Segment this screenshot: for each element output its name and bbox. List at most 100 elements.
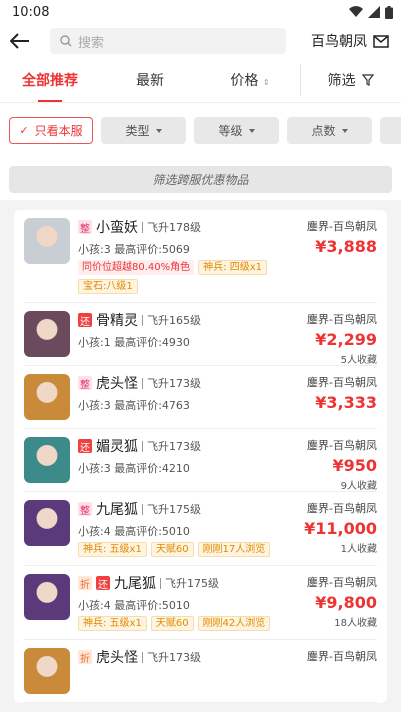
- item-name: 小蛮妖: [96, 220, 138, 236]
- item-price: ¥950: [332, 456, 377, 475]
- item-badges: 神兵: 五级x1 天赋60 刚刚42人浏览: [78, 616, 288, 631]
- item-favorites: 5人收藏: [340, 355, 377, 366]
- battery-icon: [385, 5, 393, 19]
- list-item[interactable]: 还媚灵狐 飞升173级 小孩:3 最高评价:4210 鏖界-百鸟朝凤 ¥950 9…: [24, 429, 377, 492]
- item-favorites: 1人收藏: [340, 544, 377, 555]
- list-item[interactable]: 折虎头怪 飞升173级 鏖界-百鸟朝凤: [24, 640, 377, 703]
- signal-icon: [368, 6, 380, 18]
- item-favorites: 9人收藏: [340, 481, 377, 492]
- item-level: 飞升175级: [160, 577, 219, 589]
- more-dropdown[interactable]: [380, 117, 401, 144]
- type-label: 类型: [125, 124, 150, 138]
- item-server: 鏖界-百鸟朝凤: [307, 376, 377, 389]
- list-item[interactable]: 整小蛮妖 飞升178级 小孩:3 最高评价:5069 同价位超越80.40%角色神…: [24, 210, 377, 303]
- own-server-label: 只看本服: [34, 124, 83, 138]
- character-avatar: [24, 311, 70, 357]
- arrow-left-icon: [10, 33, 29, 49]
- item-level: 飞升175级: [142, 503, 201, 515]
- item-badge: 神兵: 五级x1: [78, 616, 147, 631]
- back-button[interactable]: [10, 30, 32, 52]
- item-badge: 刚刚42人浏览: [197, 616, 271, 631]
- item-badge: 天赋60: [150, 542, 194, 557]
- list-item[interactable]: 整虎头怪 飞升173级 小孩:3 最高评价:4763 鏖界-百鸟朝凤 ¥3,333: [24, 366, 377, 429]
- item-tag: 折: [78, 576, 92, 591]
- level-dropdown[interactable]: 等级: [194, 117, 279, 144]
- item-tag: 还: [96, 576, 110, 591]
- character-avatar: [24, 574, 70, 620]
- search-input[interactable]: 搜索: [50, 28, 286, 54]
- check-icon: ✓: [19, 124, 29, 137]
- tab-latest[interactable]: 最新: [100, 70, 200, 90]
- item-right: 鏖界-百鸟朝凤 ¥3,333: [307, 374, 377, 414]
- item-badge: 天赋60: [150, 616, 194, 631]
- level-label: 等级: [218, 124, 243, 138]
- filter-icon: [361, 74, 374, 86]
- search-placeholder: 搜索: [78, 35, 105, 51]
- header-bar: 搜索 百鸟朝凤: [0, 24, 401, 58]
- item-right: 鏖界-百鸟朝凤 ¥11,000 1人收藏: [304, 500, 377, 555]
- tab-price[interactable]: 价格 ⇕: [200, 70, 300, 90]
- tab-all[interactable]: 全部推荐: [0, 70, 100, 90]
- caret-down-icon: [155, 128, 162, 133]
- item-right: 鏖界-百鸟朝凤 ¥2,299 5人收藏: [307, 311, 377, 366]
- item-level: 飞升178级: [142, 221, 201, 233]
- item-name: 九尾狐: [114, 576, 156, 592]
- item-badges: 同价位超越80.40%角色 神兵: 四级x1 宝石:八级1: [78, 260, 288, 294]
- item-server: 鏖界-百鸟朝凤: [307, 220, 377, 233]
- item-stats: [78, 671, 377, 685]
- item-name: 虎头怪: [96, 376, 138, 392]
- character-avatar: [24, 648, 70, 694]
- item-badge: 刚刚17人浏览: [197, 542, 271, 557]
- tab-filter[interactable]: 筛选: [300, 70, 401, 90]
- filter-chips: ✓ 只看本服 类型 等级 点数: [0, 102, 401, 158]
- server-selector[interactable]: 百鸟朝凤: [311, 31, 389, 51]
- item-right: 鏖界-百鸟朝凤 ¥950 9人收藏: [307, 437, 377, 492]
- points-dropdown[interactable]: 点数: [287, 117, 372, 144]
- wifi-icon: [349, 6, 363, 18]
- item-server: 鏖界-百鸟朝凤: [307, 650, 377, 663]
- item-badge: 宝石:八级1: [78, 279, 138, 294]
- item-right: 鏖界-百鸟朝凤 ¥9,800 18人收藏: [307, 574, 377, 629]
- item-level: 飞升165级: [142, 314, 201, 326]
- character-avatar: [24, 500, 70, 546]
- status-bar: 10:08: [0, 0, 401, 24]
- item-server: 鏖界-百鸟朝凤: [307, 439, 377, 452]
- item-name: 九尾狐: [96, 502, 138, 518]
- search-icon: [60, 35, 72, 47]
- item-server: 鏖界-百鸟朝凤: [307, 502, 377, 515]
- item-badges: 神兵: 五级x1 天赋60 刚刚17人浏览: [78, 542, 288, 557]
- cross-server-bar: 筛选跨服优惠物品: [0, 158, 401, 200]
- item-tag: 整: [78, 376, 92, 391]
- item-name: 媚灵狐: [96, 439, 138, 455]
- item-name: 虎头怪: [96, 650, 138, 666]
- cross-server-button[interactable]: 筛选跨服优惠物品: [9, 166, 392, 193]
- server-name: 百鸟朝凤: [311, 34, 367, 50]
- points-label: 点数: [311, 124, 336, 138]
- list-item[interactable]: 折还九尾狐 飞升175级 小孩:4 最高评价:5010 神兵: 五级x1 天赋60 刚…: [24, 566, 377, 640]
- item-server: 鏖界-百鸟朝凤: [307, 576, 377, 589]
- caret-down-icon: [248, 128, 255, 133]
- type-dropdown[interactable]: 类型: [101, 117, 186, 144]
- item-favorites: 18人收藏: [334, 618, 377, 629]
- item-badge: 神兵: 四级x1: [198, 260, 267, 275]
- item-level: 飞升173级: [142, 440, 201, 452]
- caret-down-icon: [341, 128, 348, 133]
- mail-icon: [373, 34, 389, 48]
- sort-arrows-icon: ⇕: [262, 78, 270, 87]
- item-badge: 同价位超越80.40%角色: [78, 260, 195, 275]
- item-price: ¥3,333: [315, 393, 377, 412]
- item-right: 鏖界-百鸟朝凤: [307, 648, 377, 667]
- character-avatar: [24, 437, 70, 483]
- own-server-toggle[interactable]: ✓ 只看本服: [9, 117, 93, 144]
- status-icons: [349, 5, 393, 19]
- sort-tabs: 全部推荐 最新 价格 ⇕ 筛选: [0, 58, 401, 102]
- item-tag: 折: [78, 650, 92, 665]
- tab-price-label: 价格: [230, 73, 259, 89]
- character-avatar: [24, 218, 70, 264]
- item-tag: 整: [78, 502, 92, 517]
- list-item[interactable]: 还骨精灵 飞升165级 小孩:1 最高评价:4930 鏖界-百鸟朝凤 ¥2,299…: [24, 303, 377, 366]
- item-price: ¥3,888: [315, 237, 377, 256]
- item-right: 鏖界-百鸟朝凤 ¥3,888: [307, 218, 377, 258]
- list-item[interactable]: 整九尾狐 飞升175级 小孩:4 最高评价:5010 神兵: 五级x1 天赋60 刚刚…: [24, 492, 377, 566]
- item-badge: 神兵: 五级x1: [78, 542, 147, 557]
